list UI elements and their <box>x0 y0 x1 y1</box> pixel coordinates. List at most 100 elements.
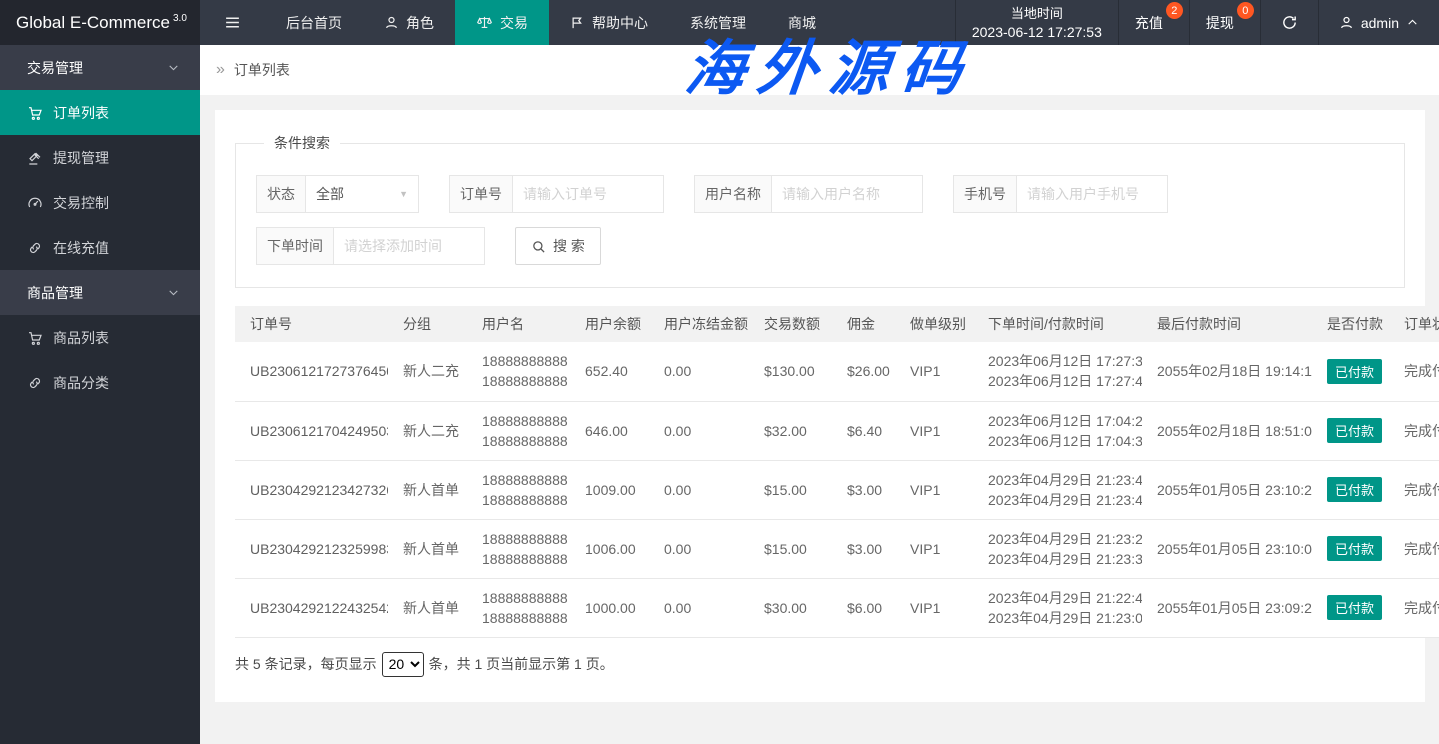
paid-badge: 已付款 <box>1327 477 1382 502</box>
scales-icon <box>476 14 493 31</box>
orders-table: 订单号 分组 用户名 用户余额 用户冻结金额 交易数额 佣金 做单级别 下单时间… <box>235 306 1439 638</box>
sidebar-group-trade-management[interactable]: 交易管理 <box>0 45 200 90</box>
col-order-pay-time: 下单时间/付款时间 <box>973 306 1142 342</box>
header-right: 当地时间 2023-06-12 17:27:53 充值 2 提现 0 admin <box>955 0 1439 45</box>
phone-field: 手机号 <box>953 175 1168 213</box>
sidebar-item-withdraw-management[interactable]: 提现管理 <box>0 135 200 180</box>
sidebar-collapse-toggle[interactable] <box>200 0 265 45</box>
search-button[interactable]: 搜 索 <box>515 227 601 265</box>
order-username: 1888888888818888888888 <box>467 401 570 460</box>
page-size-select[interactable]: 20 <box>382 652 424 677</box>
user-menu[interactable]: admin <box>1318 0 1439 45</box>
order-paid: 已付款 <box>1312 401 1389 460</box>
order-username: 1888888888818888888888 <box>467 342 570 401</box>
order-no-field: 订单号 <box>449 175 664 213</box>
user-icon <box>1339 15 1354 30</box>
order-commission: $26.00 <box>832 342 895 401</box>
order-last-pay: 2055年01月05日 23:09:22 <box>1142 578 1312 637</box>
order-group: 新人首单 <box>388 578 467 637</box>
col-level: 做单级别 <box>895 306 973 342</box>
col-frozen: 用户冻结金额 <box>649 306 749 342</box>
sidebar-item-product-category[interactable]: 商品分类 <box>0 360 200 405</box>
sidebar-group-label: 商品管理 <box>27 283 83 303</box>
order-times: 2023年04月29日 21:23:252023年04月29日 21:23:32 <box>973 519 1142 578</box>
col-commission: 佣金 <box>832 306 895 342</box>
order-no-input[interactable] <box>512 175 664 213</box>
nav-item-roles[interactable]: 角色 <box>363 0 455 45</box>
gauge-icon <box>27 195 43 211</box>
phone-input[interactable] <box>1016 175 1168 213</box>
order-level: VIP1 <box>895 401 973 460</box>
pagination-bar: 共 5 条记录，每页显示 20 条，共 1 页当前显示第 1 页。 <box>235 652 1405 677</box>
order-commission: $6.40 <box>832 401 895 460</box>
paid-badge: 已付款 <box>1327 536 1382 561</box>
content-area: 条件搜索 状态 全部 ▼ 订单号 用户名称 <box>200 95 1439 744</box>
nav-item-label: 系统管理 <box>690 13 746 33</box>
order-last-pay: 2055年02月18日 19:14:16 <box>1142 342 1312 401</box>
col-balance: 用户余额 <box>570 306 649 342</box>
order-amount: $30.00 <box>749 578 832 637</box>
user-icon <box>384 15 399 30</box>
sidebar-item-product-list[interactable]: 商品列表 <box>0 315 200 360</box>
sidebar-item-label: 订单列表 <box>53 103 109 123</box>
order-row: UB2306121704249503 新人二充 1888888888818888… <box>235 401 1439 460</box>
order-username: 1888888888818888888888 <box>467 578 570 637</box>
search-icon <box>531 239 546 254</box>
recharge-button[interactable]: 充值 2 <box>1118 0 1189 45</box>
status-select-value: 全部 <box>316 184 344 204</box>
sidebar-item-trade-control[interactable]: 交易控制 <box>0 180 200 225</box>
username-input[interactable] <box>771 175 923 213</box>
order-level: VIP1 <box>895 342 973 401</box>
order-time-input[interactable] <box>333 227 485 265</box>
withdraw-label: 提现 <box>1206 13 1234 33</box>
paid-badge: 已付款 <box>1327 595 1382 620</box>
nav-item-label: 交易 <box>500 13 528 33</box>
nav-item-label: 商城 <box>788 13 816 33</box>
order-no: UB2304292123259983 <box>235 519 388 578</box>
top-header: Global E-Commerce 3.0 后台首页 角色 交易 <box>0 0 1439 45</box>
sidebar-group-label: 交易管理 <box>27 58 83 78</box>
sidebar: 交易管理 订单列表 提现管理 交易控制 在线充值 商品管理 <box>0 45 200 744</box>
sidebar-group-product-management[interactable]: 商品管理 <box>0 270 200 315</box>
order-level: VIP1 <box>895 519 973 578</box>
nav-item-trade[interactable]: 交易 <box>455 0 549 45</box>
nav-item-system[interactable]: 系统管理 <box>669 0 767 45</box>
local-time: 当地时间 2023-06-12 17:27:53 <box>955 0 1118 45</box>
sidebar-item-order-list[interactable]: 订单列表 <box>0 90 200 135</box>
withdraw-button[interactable]: 提现 0 <box>1189 0 1260 45</box>
gavel-icon <box>27 150 43 166</box>
menu-icon <box>224 14 241 31</box>
app-logo: Global E-Commerce 3.0 <box>0 0 200 45</box>
sidebar-item-online-recharge[interactable]: 在线充值 <box>0 225 200 270</box>
order-group: 新人二充 <box>388 401 467 460</box>
status-field: 状态 全部 ▼ <box>256 175 419 213</box>
order-last-pay: 2055年02月18日 18:51:03 <box>1142 401 1312 460</box>
order-row: UB2304292123259983 新人首单 1888888888818888… <box>235 519 1439 578</box>
order-status: 完成付款 <box>1389 342 1439 401</box>
nav-item-label: 后台首页 <box>286 13 342 33</box>
pagination-prefix: 共 5 条记录，每页显示 <box>235 654 377 674</box>
nav-item-mall[interactable]: 商城 <box>767 0 837 45</box>
app-version: 3.0 <box>173 13 187 24</box>
flag-icon <box>570 15 585 30</box>
breadcrumb-chevrons-icon: » <box>216 61 225 79</box>
order-frozen: 0.00 <box>649 401 749 460</box>
refresh-button[interactable] <box>1260 0 1318 45</box>
order-times: 2023年06月12日 17:04:242023年06月12日 17:04:38 <box>973 401 1142 460</box>
username-label: 用户名称 <box>694 175 771 213</box>
search-panel: 条件搜索 状态 全部 ▼ 订单号 用户名称 <box>235 133 1405 288</box>
order-group: 新人二充 <box>388 342 467 401</box>
status-select[interactable]: 全部 ▼ <box>305 175 419 213</box>
order-level: VIP1 <box>895 578 973 637</box>
nav-item-home[interactable]: 后台首页 <box>265 0 363 45</box>
link-icon <box>27 240 43 256</box>
order-no: UB2306121727376450 <box>235 342 388 401</box>
order-paid: 已付款 <box>1312 578 1389 637</box>
order-no: UB2304292123427326 <box>235 460 388 519</box>
col-paid: 是否付款 <box>1312 306 1389 342</box>
sidebar-item-label: 交易控制 <box>53 193 109 213</box>
status-label: 状态 <box>256 175 305 213</box>
order-times: 2023年04月29日 21:23:422023年04月29日 21:23:49 <box>973 460 1142 519</box>
nav-item-help-center[interactable]: 帮助中心 <box>549 0 669 45</box>
local-time-label: 当地时间 <box>1011 4 1063 23</box>
